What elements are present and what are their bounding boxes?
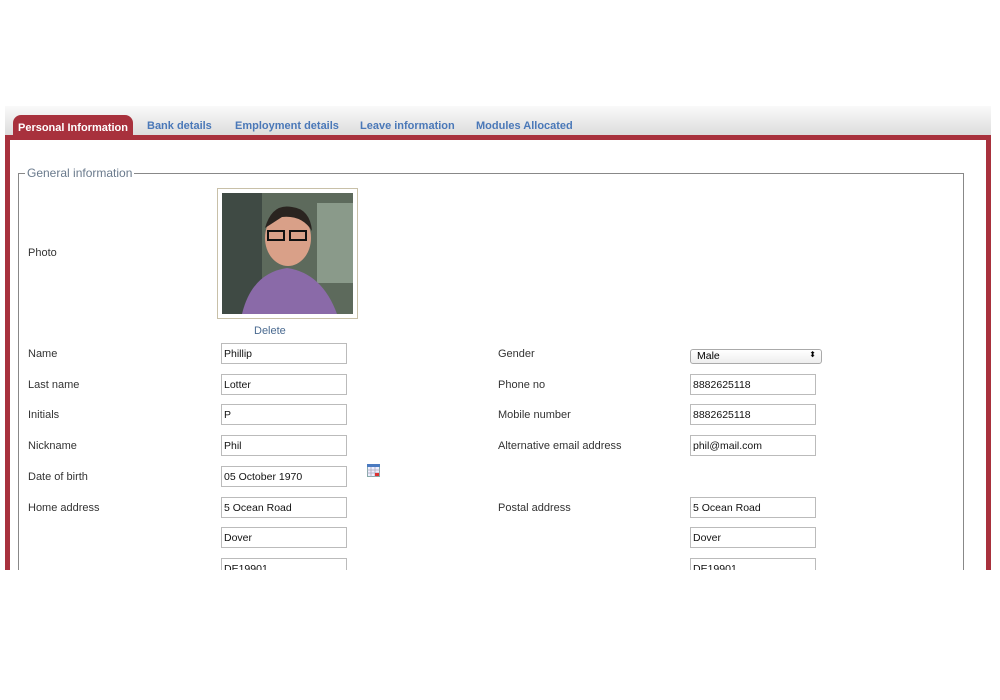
delete-photo-link[interactable]: Delete bbox=[254, 325, 286, 337]
phone-no-label: Phone no bbox=[498, 379, 546, 391]
home-address-line3-input[interactable] bbox=[221, 558, 347, 570]
postal-address-label: Postal address bbox=[498, 502, 571, 514]
calendar-icon[interactable] bbox=[367, 464, 380, 477]
form: Photo Delete Name Last name Initials Nic… bbox=[0, 98, 1000, 570]
gender-select-value: Male bbox=[697, 350, 720, 362]
last-name-label: Last name bbox=[28, 379, 80, 391]
name-input[interactable] bbox=[221, 343, 347, 364]
person-photo-image bbox=[222, 193, 353, 314]
phone-no-input[interactable] bbox=[690, 374, 816, 395]
alternative-email-input[interactable] bbox=[690, 435, 816, 456]
postal-address-line3-input[interactable] bbox=[690, 558, 816, 570]
name-label: Name bbox=[28, 348, 58, 360]
alternative-email-label: Alternative email address bbox=[498, 440, 622, 452]
last-name-input[interactable] bbox=[221, 374, 347, 395]
home-address-label: Home address bbox=[28, 502, 100, 514]
home-address-line2-input[interactable] bbox=[221, 527, 347, 548]
home-address-line1-input[interactable] bbox=[221, 497, 347, 518]
initials-label: Initials bbox=[28, 409, 60, 421]
gender-label: Gender bbox=[498, 348, 535, 360]
mobile-number-label: Mobile number bbox=[498, 409, 571, 421]
postal-address-line1-input[interactable] bbox=[690, 497, 816, 518]
gender-select[interactable]: Male ⬍ bbox=[690, 349, 822, 364]
profile-photo bbox=[217, 188, 358, 319]
mobile-number-input[interactable] bbox=[690, 404, 816, 425]
postal-address-line2-input[interactable] bbox=[690, 527, 816, 548]
date-of-birth-input[interactable] bbox=[221, 466, 347, 487]
profile-panel: Personal Information Bank details Employ… bbox=[0, 98, 1000, 570]
date-of-birth-label: Date of birth bbox=[28, 471, 88, 483]
nickname-input[interactable] bbox=[221, 435, 347, 456]
select-arrows-icon: ⬍ bbox=[809, 350, 816, 359]
initials-input[interactable] bbox=[221, 404, 347, 425]
nickname-label: Nickname bbox=[28, 440, 77, 452]
photo-label: Photo bbox=[28, 247, 57, 259]
